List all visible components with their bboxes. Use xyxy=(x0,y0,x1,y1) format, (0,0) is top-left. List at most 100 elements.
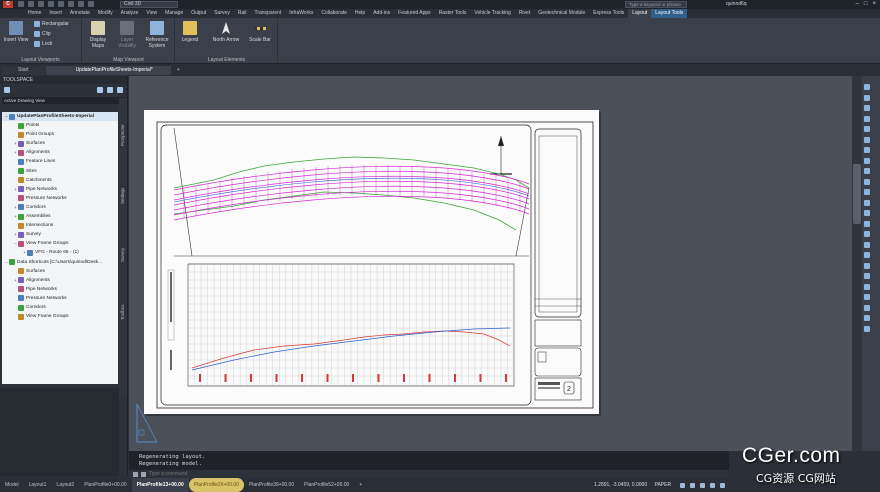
toolbar-tool-icon[interactable] xyxy=(864,168,870,174)
tab-view[interactable]: View xyxy=(142,9,161,18)
new-tab-button[interactable]: + xyxy=(172,66,185,75)
tree-item[interactable]: + Surfaces xyxy=(2,139,118,148)
tab-modify[interactable]: Modify xyxy=(94,9,117,18)
ortho-icon[interactable] xyxy=(690,483,695,488)
rectangular-button[interactable]: Rectangular xyxy=(34,21,69,27)
app-logo[interactable]: C xyxy=(3,1,13,8)
toolbar-tool-icon[interactable] xyxy=(864,315,870,321)
tree-item[interactable]: Surfaces xyxy=(2,267,118,276)
plot-icon[interactable] xyxy=(58,1,64,7)
toolbar-tool-icon[interactable] xyxy=(864,178,870,185)
lock-button[interactable]: Lock xyxy=(34,41,53,47)
tree-item[interactable]: − View Frame Groups xyxy=(2,239,118,248)
tree-item[interactable]: + Corridors xyxy=(2,203,118,212)
layout-tab-model[interactable]: Model xyxy=(0,478,24,492)
layout-tab-planprofile0-00-00[interactable]: PlanProfile0+00.00 xyxy=(79,478,131,492)
tab-rivet[interactable]: Rivet xyxy=(515,9,534,18)
maximize-icon[interactable]: □ xyxy=(864,1,868,7)
layout-tab-planprofile26-00-00[interactable]: PlanProfile26+00.00 xyxy=(188,478,244,492)
tree-item[interactable]: Pressure Networks xyxy=(2,194,118,203)
save-as-icon[interactable] xyxy=(48,1,54,7)
vertical-scrollbar[interactable] xyxy=(852,76,862,451)
tab-add-ins[interactable]: Add-ins xyxy=(369,9,394,18)
toolbar-tool-icon[interactable] xyxy=(864,199,870,206)
legend-button[interactable]: Legend xyxy=(176,21,204,43)
tree-item[interactable]: + VFG - Route 66 - (1) xyxy=(2,248,118,257)
tree-item[interactable]: Points xyxy=(2,121,118,130)
tree-item[interactable]: Catchments xyxy=(2,176,118,185)
layout-tab-planprofile13-00-00[interactable]: PlanProfile13+00.00 xyxy=(131,478,189,492)
grid-icon[interactable] xyxy=(107,87,113,93)
help-icon[interactable] xyxy=(117,87,123,93)
tree-item[interactable]: Point Groups xyxy=(2,130,118,139)
toolbar-tool-icon[interactable] xyxy=(864,304,870,311)
new-layout-button[interactable]: + xyxy=(354,478,367,492)
tab-output[interactable]: Output xyxy=(187,9,210,18)
tree-item[interactable]: Pressure Networks xyxy=(2,294,118,303)
tree-item[interactable]: + Alignments xyxy=(2,148,118,157)
tab-home[interactable]: Home xyxy=(24,9,45,18)
tree-item[interactable]: Intersections xyxy=(2,221,118,230)
vertical-tab-settings[interactable]: Settings xyxy=(120,188,125,204)
tab-survey[interactable]: Survey xyxy=(210,9,234,18)
recent-commands-icon[interactable] xyxy=(141,471,146,477)
undo-icon[interactable] xyxy=(68,1,74,7)
tree-item[interactable]: Pipe Networks xyxy=(2,285,118,294)
toolbar-tool-icon[interactable] xyxy=(864,210,870,216)
toolbar-tool-icon[interactable] xyxy=(864,325,870,332)
tab-rail[interactable]: Rail xyxy=(234,9,251,18)
tab-layout-tools[interactable]: Layout Tools xyxy=(651,9,688,18)
toolbar-tool-icon[interactable] xyxy=(864,147,870,153)
tab-analyze[interactable]: Analyze xyxy=(117,9,143,18)
toolbar-tool-icon[interactable] xyxy=(864,241,870,248)
tab-manage[interactable]: Manage xyxy=(161,9,187,18)
tab-raster-tools[interactable]: Raster Tools xyxy=(435,9,471,18)
reference-system-button[interactable]: Reference System xyxy=(143,21,171,49)
tree-item[interactable]: + Pipe Networks xyxy=(2,185,118,194)
tree-item[interactable]: Sites xyxy=(2,167,118,176)
scale-bar-button[interactable]: Scale Bar xyxy=(246,21,274,43)
tab-annotate[interactable]: Annotate xyxy=(66,9,94,18)
phone-icon[interactable] xyxy=(97,87,103,93)
vertical-tab-toolbox[interactable]: Toolbox xyxy=(120,304,125,320)
toolbar-tool-icon[interactable] xyxy=(864,126,870,132)
user-account[interactable]: quinnd6q xyxy=(726,1,747,7)
toolbar-tool-icon[interactable] xyxy=(864,231,870,237)
north-arrow-button[interactable]: North Arrow xyxy=(212,21,240,43)
toolbar-tool-icon[interactable] xyxy=(864,262,870,269)
tree-item[interactable]: + Survey xyxy=(2,230,118,239)
toolbar-tool-icon[interactable] xyxy=(864,273,870,279)
toolbar-tool-icon[interactable] xyxy=(864,84,870,90)
tree-item[interactable]: + Alignments xyxy=(2,276,118,285)
workspace-selector[interactable]: Civil 3D xyxy=(120,1,178,8)
save-icon[interactable] xyxy=(38,1,44,7)
osnap-icon[interactable] xyxy=(710,483,715,488)
toolbar-tool-icon[interactable] xyxy=(864,252,870,258)
tab-geotechnical-module[interactable]: Geotechnical Module xyxy=(534,9,589,18)
tab-help[interactable]: Help xyxy=(351,9,369,18)
minimize-icon[interactable]: – xyxy=(856,1,859,7)
vertical-tab-survey[interactable]: Survey xyxy=(120,248,125,262)
tree-item[interactable]: Feature Lines xyxy=(2,157,118,166)
annotation-icon[interactable] xyxy=(720,483,725,488)
tab-express-tools[interactable]: Express Tools xyxy=(589,9,628,18)
tree-item[interactable]: − Data Shortcuts [C:\Users\quinnd\Desk... xyxy=(2,258,118,267)
tab-infraworks[interactable]: InfraWorks xyxy=(285,9,317,18)
view-selector[interactable]: Active Drawing View xyxy=(2,97,125,104)
toolbar-tool-icon[interactable] xyxy=(864,220,870,227)
view-icon[interactable] xyxy=(4,87,10,93)
close-icon[interactable]: × xyxy=(872,1,876,7)
tab-collaborate[interactable]: Collaborate xyxy=(317,9,351,18)
display-maps-button[interactable]: Display Maps xyxy=(84,21,112,49)
tab-layout[interactable]: Layout xyxy=(628,9,652,18)
scrollbar-thumb[interactable] xyxy=(853,164,861,224)
polar-icon[interactable] xyxy=(700,483,705,488)
tab-featured-apps[interactable]: Featured Apps xyxy=(394,9,435,18)
toolbar-tool-icon[interactable] xyxy=(864,294,870,300)
command-input[interactable] xyxy=(149,470,349,478)
tab-insert[interactable]: Insert xyxy=(45,9,66,18)
tab-start[interactable]: Start xyxy=(2,66,45,75)
insert-view-button[interactable]: Insert View xyxy=(2,21,30,43)
tree-item[interactable]: View Frame Groups xyxy=(2,312,118,321)
tab-vehicle-tracking[interactable]: Vehicle Tracking xyxy=(470,9,514,18)
